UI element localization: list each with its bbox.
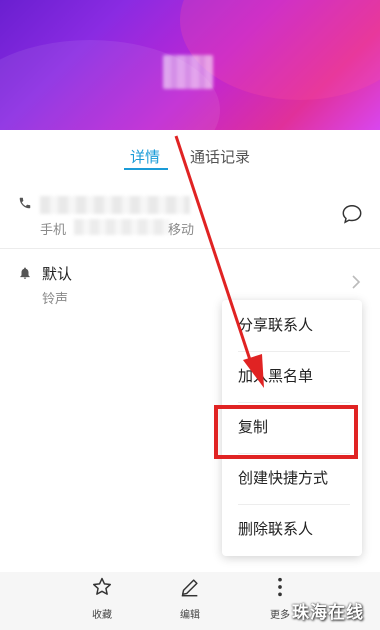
bell-icon bbox=[20, 267, 30, 279]
menu-item-share-contact[interactable]: 分享联系人 bbox=[222, 300, 362, 351]
tab-call-log[interactable]: 通话记录 bbox=[190, 146, 250, 167]
phone-number-row[interactable]: 手机 移动 bbox=[0, 192, 380, 242]
pencil-icon bbox=[181, 579, 198, 597]
chevron-right-icon[interactable] bbox=[350, 274, 362, 290]
phone-number-redacted bbox=[40, 196, 190, 214]
copy-highlight-box bbox=[214, 405, 358, 459]
site-watermark: 珠海在线 bbox=[292, 603, 364, 623]
divider bbox=[0, 248, 380, 249]
menu-item-delete-contact[interactable]: 删除联系人 bbox=[222, 504, 362, 555]
tab-active-indicator bbox=[124, 168, 168, 170]
contact-name-redacted bbox=[163, 55, 213, 89]
star-icon bbox=[93, 577, 111, 595]
tab-details[interactable]: 详情 bbox=[130, 146, 160, 167]
phone-icon bbox=[19, 197, 31, 209]
more-vertical-icon bbox=[278, 577, 282, 597]
phone-location-redacted bbox=[74, 219, 170, 235]
carrier-label: 移动 bbox=[168, 223, 195, 238]
phone-type-label: 手机 bbox=[40, 223, 67, 238]
favorite-label: 收藏 bbox=[92, 610, 112, 621]
contact-header bbox=[0, 0, 380, 130]
message-bubble-icon[interactable] bbox=[341, 203, 363, 225]
edit-button[interactable]: 编辑 bbox=[160, 576, 220, 621]
menu-item-add-to-blacklist[interactable]: 加入黑名单 bbox=[222, 351, 362, 402]
edit-label: 编辑 bbox=[180, 610, 200, 621]
ringtone-value: 默认 bbox=[42, 265, 73, 283]
tab-bar: 详情 通话记录 bbox=[0, 140, 380, 174]
ringtone-label: 铃声 bbox=[42, 292, 69, 307]
menu-item-create-shortcut[interactable]: 创建快捷方式 bbox=[222, 453, 362, 504]
favorite-button[interactable]: 收藏 bbox=[72, 576, 132, 621]
